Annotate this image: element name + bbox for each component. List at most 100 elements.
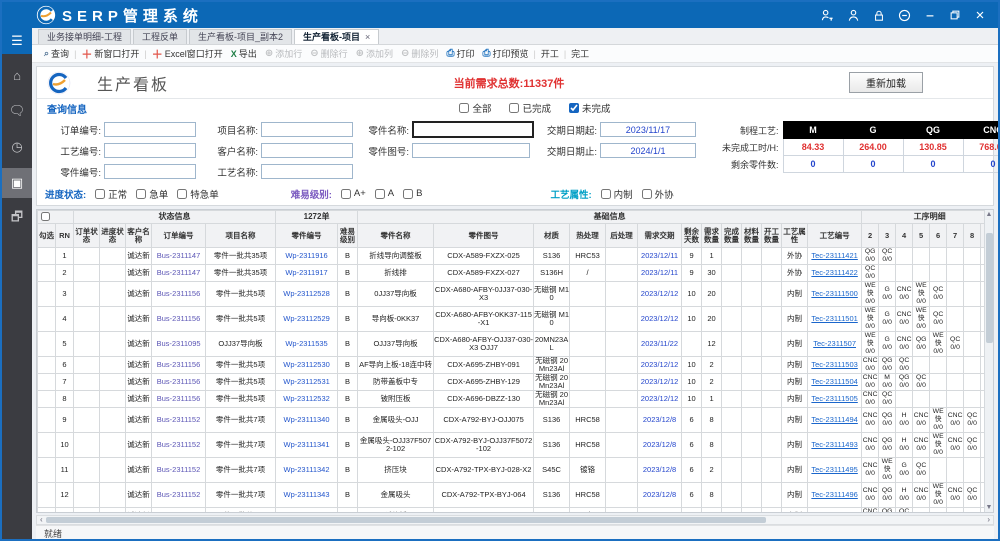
- column-header-需求交期[interactable]: 需求交期: [638, 224, 682, 248]
- part-no-link[interactable]: Wp-2311535: [276, 332, 338, 357]
- select-all-checkbox[interactable]: [41, 212, 50, 221]
- toolbar-新窗口打开[interactable]: ＋新窗口打开: [77, 46, 143, 62]
- checkbox-input[interactable]: [642, 189, 652, 199]
- row-check-cell[interactable]: [38, 265, 56, 282]
- layers-icon[interactable]: 🗗: [2, 204, 32, 234]
- column-header-完成数量[interactable]: 完成数量: [722, 224, 742, 248]
- table-row[interactable]: 6正常诚达新Bus-2311156零件一批共5项Wp-23112530BAF导向…: [38, 357, 985, 374]
- order-no-link[interactable]: Bus-2311156: [152, 357, 206, 374]
- admin-key-icon[interactable]: [821, 9, 834, 22]
- order-no-link[interactable]: Bus-2311147: [152, 265, 206, 282]
- tab-close-icon[interactable]: ×: [365, 32, 370, 42]
- scroll-left-icon[interactable]: ‹: [37, 516, 46, 524]
- order-no-link[interactable]: Bus-2311152: [152, 458, 206, 483]
- table-row[interactable]: 10正常诚达新Bus-2311152零件一批共7项Wp-23111341B金属吸…: [38, 433, 985, 458]
- part-no-input[interactable]: [104, 164, 196, 179]
- scroll-right-icon[interactable]: ›: [984, 516, 993, 524]
- table-row[interactable]: 9正常诚达新Bus-2311152零件一批共7项Wp-23111340B金属吸头…: [38, 408, 985, 433]
- cube-icon[interactable]: ▣: [2, 168, 32, 198]
- part-no-link[interactable]: Wp-23111341: [276, 433, 338, 458]
- part-no-link[interactable]: Wp-23111342: [276, 458, 338, 483]
- vertical-scroll-thumb[interactable]: [986, 233, 993, 343]
- checkbox-input[interactable]: [95, 189, 105, 199]
- part-no-link[interactable]: Wp-23111344: [276, 508, 338, 513]
- row-check-cell[interactable]: [38, 508, 56, 513]
- toolbar-打印预览[interactable]: ⎙打印预览: [478, 47, 532, 60]
- tab-生产看板-项目_副本2[interactable]: 生产看板-项目_副本2: [189, 29, 292, 44]
- horizontal-scroll-thumb[interactable]: [46, 517, 766, 523]
- lock-icon[interactable]: [873, 9, 885, 22]
- column-header-RN[interactable]: RN: [56, 224, 74, 248]
- message-icon[interactable]: 🗨: [2, 96, 32, 126]
- part-no-link[interactable]: Wp-23112529: [276, 307, 338, 332]
- table-row[interactable]: 1正常诚达新Bus-2311147零件一批共35项Wp-2311916B折线导向…: [38, 248, 985, 265]
- order-no-input[interactable]: [104, 122, 196, 137]
- filter-checkbox-全部[interactable]: 全部: [459, 101, 491, 115]
- column-header-零件编号[interactable]: 零件编号: [276, 224, 338, 248]
- craft-no-input[interactable]: [104, 143, 196, 158]
- part-name-input[interactable]: [412, 121, 534, 138]
- op-column-header-2[interactable]: 2: [862, 224, 879, 248]
- row-check-cell[interactable]: [38, 332, 56, 357]
- order-no-link[interactable]: Bus-2311152: [152, 408, 206, 433]
- row-check-cell[interactable]: [38, 458, 56, 483]
- tec-no-link[interactable]: Tec-23111500: [808, 282, 862, 307]
- table-row[interactable]: 5正常诚达新Bus-2311095OJJ37导向板Wp-2311535BOJJ3…: [38, 332, 985, 357]
- tab-工程反单[interactable]: 工程反单: [133, 29, 187, 44]
- date-to-input[interactable]: [600, 143, 696, 158]
- row-check-cell[interactable]: [38, 408, 56, 433]
- tec-no-link[interactable]: Tec-23111422: [808, 265, 862, 282]
- checkbox-input[interactable]: [375, 189, 385, 199]
- checkbox-input[interactable]: [403, 189, 413, 199]
- part-no-link[interactable]: Wp-23111343: [276, 483, 338, 508]
- order-no-link[interactable]: Bus-2311147: [152, 248, 206, 265]
- table-row[interactable]: 7正常诚达新Bus-2311156零件一批共5项Wp-23112531B防带盖板…: [38, 374, 985, 391]
- column-header-项目名称[interactable]: 项目名称: [206, 224, 276, 248]
- column-header-开工数量[interactable]: 开工数量: [762, 224, 782, 248]
- filter-checkbox-已完成[interactable]: 已完成: [509, 101, 551, 115]
- column-header-剩余天数[interactable]: 剩余天数: [682, 224, 702, 248]
- scroll-down-icon[interactable]: ▼: [986, 503, 993, 512]
- filter-checkbox-内制[interactable]: 内制: [601, 187, 633, 201]
- checkbox-input[interactable]: [177, 189, 187, 199]
- table-row[interactable]: 11正常诚达新Bus-2311152零件一批共7项Wp-23111342B挤压块…: [38, 458, 985, 483]
- toolbar-查询[interactable]: ⌕查询: [40, 47, 73, 60]
- row-check-cell[interactable]: [38, 282, 56, 307]
- part-no-link[interactable]: Wp-23111340: [276, 408, 338, 433]
- column-header-订单编号[interactable]: 订单编号: [152, 224, 206, 248]
- filter-checkbox-B[interactable]: B: [403, 188, 422, 199]
- toolbar-开工[interactable]: 开工: [537, 47, 563, 60]
- part-no-link[interactable]: Wp-2311916: [276, 248, 338, 265]
- tec-no-link[interactable]: Tec-23111497: [808, 508, 862, 513]
- maximize-icon[interactable]: [949, 9, 961, 21]
- op-column-header-3[interactable]: 3: [879, 224, 896, 248]
- date-from-input[interactable]: [600, 122, 696, 137]
- toolbar-完工[interactable]: 完工: [567, 47, 593, 60]
- row-check-cell[interactable]: [38, 248, 56, 265]
- column-header-工艺属性[interactable]: 工艺属性: [782, 224, 808, 248]
- column-header-零件图号[interactable]: 零件图号: [434, 224, 534, 248]
- order-no-link[interactable]: Bus-2311156: [152, 282, 206, 307]
- checkbox-input[interactable]: [569, 103, 579, 113]
- tec-no-link[interactable]: Tec-23111493: [808, 433, 862, 458]
- op-column-header-4[interactable]: 4: [896, 224, 913, 248]
- column-header-热处理[interactable]: 热处理: [570, 224, 606, 248]
- filter-checkbox-A[interactable]: A: [375, 188, 394, 199]
- customer-input[interactable]: [261, 143, 353, 158]
- close-icon[interactable]: [974, 9, 986, 21]
- tec-no-link[interactable]: Tec-23111504: [808, 374, 862, 391]
- craft-name-input[interactable]: [261, 164, 353, 179]
- toolbar-打印[interactable]: ⎙打印: [442, 47, 478, 60]
- filter-checkbox-A+[interactable]: A+: [341, 188, 366, 199]
- op-column-header-7[interactable]: 7: [947, 224, 964, 248]
- checkbox-input[interactable]: [136, 189, 146, 199]
- user-icon[interactable]: [847, 9, 860, 22]
- table-row[interactable]: 2正常诚达新Bus-2311147零件一批共35项Wp-2311917B折线排C…: [38, 265, 985, 282]
- tec-no-link[interactable]: Tec-23111503: [808, 357, 862, 374]
- order-no-link[interactable]: Bus-2311152: [152, 433, 206, 458]
- op-column-header-5[interactable]: 5: [913, 224, 930, 248]
- column-header-工艺编号[interactable]: 工艺编号: [808, 224, 862, 248]
- checkbox-input[interactable]: [509, 103, 519, 113]
- filter-checkbox-急单[interactable]: 急单: [136, 187, 168, 201]
- tec-no-link[interactable]: Tec-2311507: [808, 332, 862, 357]
